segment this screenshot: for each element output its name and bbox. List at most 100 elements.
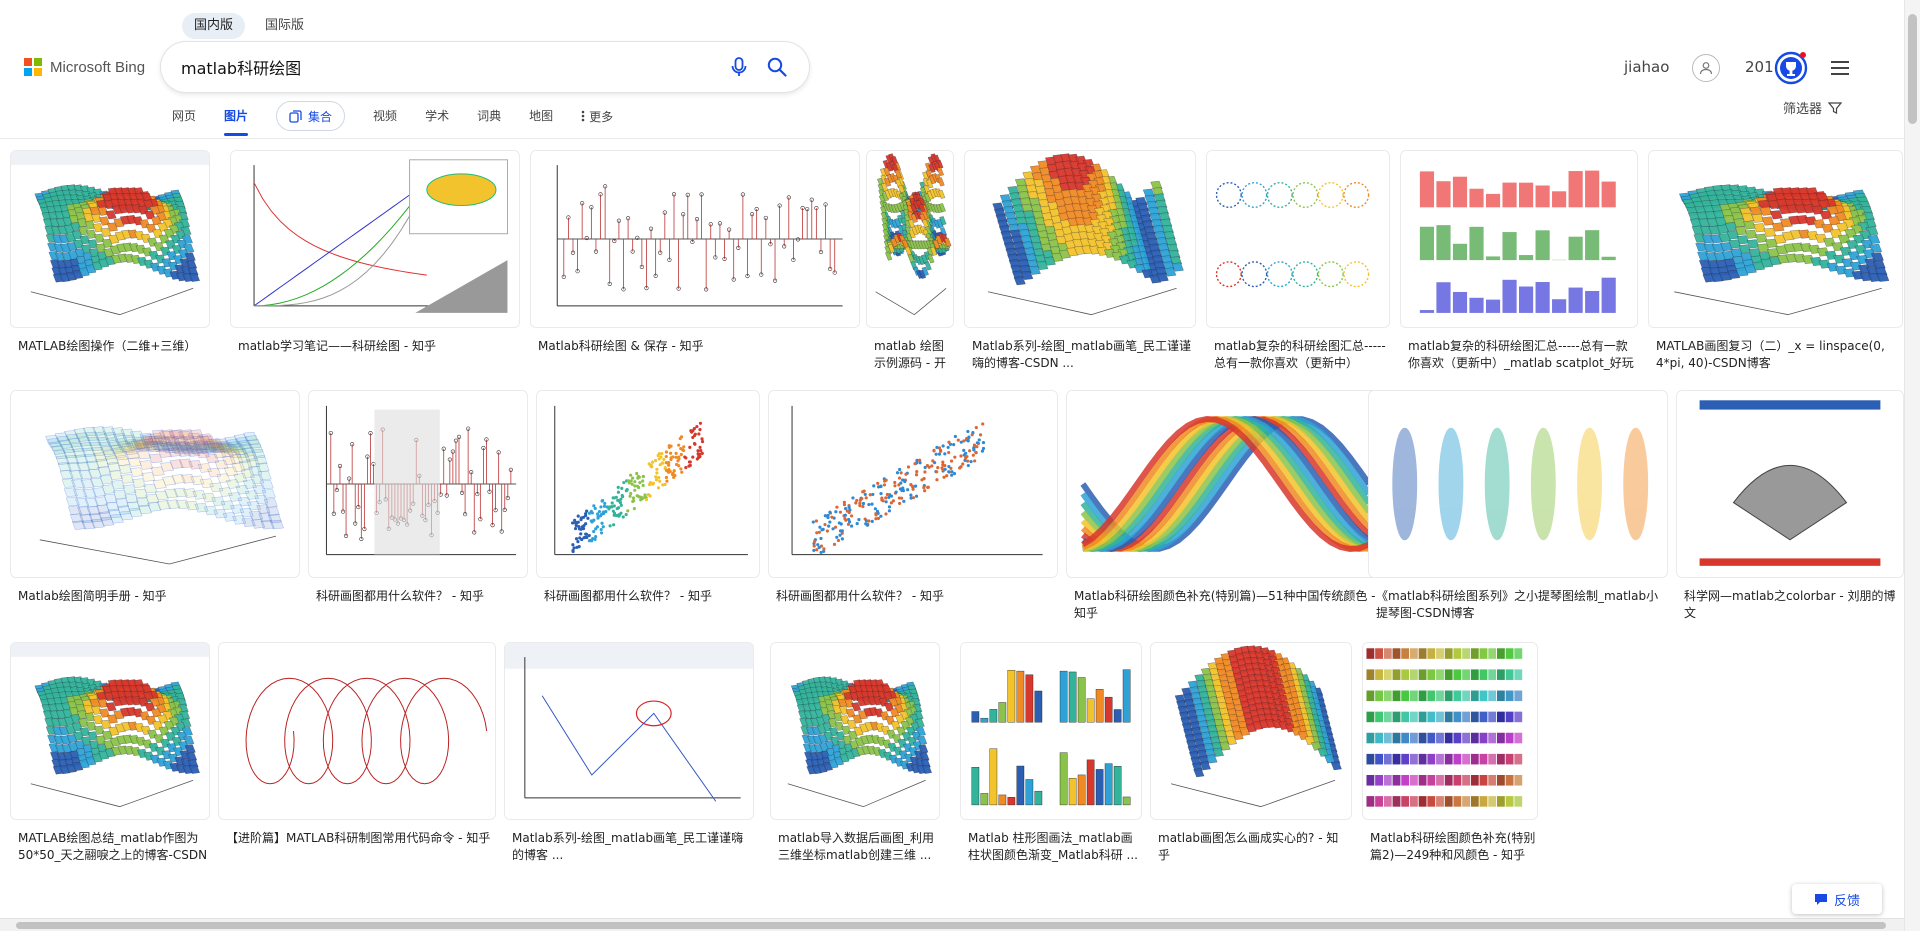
result-thumbnail[interactable]: [1676, 390, 1904, 578]
microphone-icon[interactable]: [725, 53, 753, 81]
username[interactable]: jiahao: [1624, 58, 1669, 76]
result-thumbnail[interactable]: [218, 642, 496, 820]
result-caption[interactable]: matlab学习笔记——科研绘图 - 知乎: [238, 338, 518, 355]
hamburger-menu-icon[interactable]: [1828, 56, 1852, 80]
result-caption[interactable]: 科学网—matlab之colorbar - 刘朋的博文: [1684, 588, 1902, 622]
rewards-trophy-icon[interactable]: [1773, 50, 1809, 86]
filter-button[interactable]: 筛选器: [1783, 98, 1843, 117]
nav-collections-label: 集合: [308, 109, 333, 124]
result-caption[interactable]: Matlab科研绘图 & 保存 - 知乎: [538, 338, 858, 355]
image-result[interactable]: 科研画图都用什么软件？ - 知乎: [308, 390, 528, 626]
result-caption[interactable]: matlab复杂的科研绘图汇总-----总有一款你喜欢（更新中）_matlab …: [1214, 338, 1388, 372]
result-caption[interactable]: MATLAB画图复习（二）_x = linspace(0, 4*pi, 40)-…: [1656, 338, 1901, 372]
image-result[interactable]: matlab画图怎么画成实心的? - 知乎: [1150, 642, 1352, 868]
result-caption[interactable]: 科研画图都用什么软件？ - 知乎: [776, 588, 1056, 605]
image-result[interactable]: 【进阶篇】MATLAB科研制图常用代码命令 - 知乎: [218, 642, 496, 868]
result-thumbnail[interactable]: [964, 150, 1196, 328]
nav-academic[interactable]: 学术: [425, 100, 449, 132]
result-thumbnail[interactable]: [768, 390, 1058, 578]
bing-logo[interactable]: Microsoft Bing: [24, 58, 145, 76]
feedback-button[interactable]: 反馈: [1792, 884, 1882, 914]
collections-icon: [289, 109, 302, 123]
image-result[interactable]: MATLAB绘图操作（二维+三维）: [10, 150, 210, 376]
rewards-points[interactable]: 201: [1745, 58, 1774, 76]
nav-web[interactable]: 网页: [172, 100, 196, 132]
image-result[interactable]: matlab学习笔记——科研绘图 - 知乎: [230, 150, 520, 376]
result-thumbnail[interactable]: [308, 390, 528, 578]
result-thumbnail[interactable]: [866, 150, 954, 328]
nav-dictionary[interactable]: 词典: [477, 100, 501, 132]
result-thumbnail[interactable]: [10, 390, 300, 578]
result-caption[interactable]: MATLAB绘图总结_matlab作图为50*50_天之翮唳之上的博客-CSDN…: [18, 830, 208, 864]
image-result[interactable]: matlab 绘图示例源码 - 开发实例、源码下载 - 好例子网: [866, 150, 954, 376]
result-caption[interactable]: 【进阶篇】MATLAB科研制图常用代码命令 - 知乎: [226, 830, 494, 847]
result-thumbnail[interactable]: [960, 642, 1142, 820]
result-caption[interactable]: MATLAB绘图操作（二维+三维）: [18, 338, 208, 355]
horizontal-scrollbar[interactable]: [0, 918, 1904, 931]
result-thumbnail[interactable]: [1400, 150, 1638, 328]
search-icon[interactable]: [763, 53, 791, 81]
result-caption[interactable]: 科研画图都用什么软件？ - 知乎: [544, 588, 758, 605]
result-caption[interactable]: matlab画图怎么画成实心的? - 知乎: [1158, 830, 1350, 864]
nav-images[interactable]: 图片: [224, 100, 249, 136]
nav-maps[interactable]: 地图: [529, 100, 553, 132]
account-area: jiahao 201: [1460, 50, 1920, 86]
result-thumbnail[interactable]: [10, 642, 210, 820]
nav-collections[interactable]: 集合: [276, 101, 346, 131]
result-thumbnail[interactable]: [536, 390, 760, 578]
image-result[interactable]: 科研画图都用什么软件？ - 知乎: [768, 390, 1058, 626]
result-thumbnail[interactable]: [1206, 150, 1390, 328]
result-caption[interactable]: Matlab科研绘图颜色补充(特别篇)—51种中国传统颜色 - 知乎: [1074, 588, 1384, 622]
vertical-scrollbar[interactable]: [1904, 0, 1920, 931]
region-tab-china[interactable]: 国内版: [182, 13, 246, 39]
image-result[interactable]: MATLAB画图复习（二）_x = linspace(0, 4*pi, 40)-…: [1648, 150, 1903, 376]
image-result[interactable]: Matlab科研绘图颜色补充(特别篇2)—249种和风颜色 - 知乎: [1362, 642, 1538, 868]
microsoft-logo-icon: [24, 58, 42, 76]
nav-more-label: 更多: [589, 109, 614, 124]
result-caption[interactable]: Matlab科研绘图颜色补充(特别篇2)—249种和风颜色 - 知乎: [1370, 830, 1536, 864]
search-input[interactable]: [181, 57, 715, 77]
image-result[interactable]: Matlab系列-绘图_matlab画笔_民工谨谨嗨的博客 ...: [504, 642, 754, 868]
horizontal-scroll-thumb[interactable]: [16, 922, 1886, 929]
result-caption[interactable]: matlab 绘图示例源码 - 开发实例、源码下载 - 好例子网: [874, 338, 952, 372]
image-result[interactable]: 《matlab科研绘图系列》之小提琴图绘制_matlab小提琴图-CSDN博客: [1368, 390, 1668, 626]
image-result[interactable]: matlab导入数据后画图_利用三维坐标matlab创建三维 ...: [770, 642, 940, 868]
nav-more[interactable]: 更多: [581, 108, 613, 125]
image-result[interactable]: matlab复杂的科研绘图汇总-----总有一款你喜欢（更新中）_matlab …: [1206, 150, 1390, 376]
result-thumbnail[interactable]: [1362, 642, 1538, 820]
result-thumbnail[interactable]: [10, 150, 210, 328]
nav-videos[interactable]: 视频: [373, 100, 397, 132]
result-caption[interactable]: matlab复杂的科研绘图汇总-----总有一款你喜欢（更新中）_matlab …: [1408, 338, 1636, 372]
result-caption[interactable]: 《matlab科研绘图系列》之小提琴图绘制_matlab小提琴图-CSDN博客: [1376, 588, 1666, 622]
result-caption[interactable]: 科研画图都用什么软件？ - 知乎: [316, 588, 526, 605]
result-thumbnail[interactable]: [530, 150, 860, 328]
result-thumbnail[interactable]: [770, 642, 940, 820]
result-thumbnail[interactable]: [230, 150, 520, 328]
image-result[interactable]: Matlab科研绘图 & 保存 - 知乎: [530, 150, 860, 376]
result-thumbnail[interactable]: [1066, 390, 1386, 578]
result-caption[interactable]: Matlab系列-绘图_matlab画笔_民工谨谨嗨的博客-CSDN ...: [972, 338, 1194, 372]
image-result[interactable]: matlab复杂的科研绘图汇总-----总有一款你喜欢（更新中）_matlab …: [1400, 150, 1638, 376]
region-tab-international[interactable]: 国际版: [253, 13, 316, 39]
result-caption[interactable]: Matlab系列-绘图_matlab画笔_民工谨谨嗨的博客 ...: [512, 830, 752, 864]
result-thumbnail[interactable]: [1648, 150, 1903, 328]
filter-icon: [1828, 101, 1843, 114]
image-result[interactable]: Matlab科研绘图颜色补充(特别篇)—51种中国传统颜色 - 知乎: [1066, 390, 1386, 626]
image-result[interactable]: Matlab系列-绘图_matlab画笔_民工谨谨嗨的博客-CSDN ...: [964, 150, 1196, 376]
more-dots-icon: [581, 110, 585, 122]
result-thumbnail[interactable]: [504, 642, 754, 820]
image-result[interactable]: 科学网—matlab之colorbar - 刘朋的博文: [1676, 390, 1904, 626]
result-caption[interactable]: Matlab绘图简明手册 - 知乎: [18, 588, 298, 605]
image-result[interactable]: 科研画图都用什么软件？ - 知乎: [536, 390, 760, 626]
image-result[interactable]: Matlab 柱形图画法_matlab画柱状图颜色渐变_Matlab科研 ...: [960, 642, 1142, 868]
vertical-scroll-thumb[interactable]: [1908, 14, 1917, 124]
region-tabs: 国内版 国际版: [182, 13, 316, 39]
result-thumbnail[interactable]: [1150, 642, 1352, 820]
avatar[interactable]: [1692, 54, 1720, 82]
result-thumbnail[interactable]: [1368, 390, 1668, 578]
image-result[interactable]: Matlab绘图简明手册 - 知乎: [10, 390, 300, 626]
image-result[interactable]: MATLAB绘图总结_matlab作图为50*50_天之翮唳之上的博客-CSDN…: [10, 642, 210, 868]
result-caption[interactable]: matlab导入数据后画图_利用三维坐标matlab创建三维 ...: [778, 830, 938, 864]
result-caption[interactable]: Matlab 柱形图画法_matlab画柱状图颜色渐变_Matlab科研 ...: [968, 830, 1140, 864]
feedback-icon: [1814, 893, 1827, 905]
